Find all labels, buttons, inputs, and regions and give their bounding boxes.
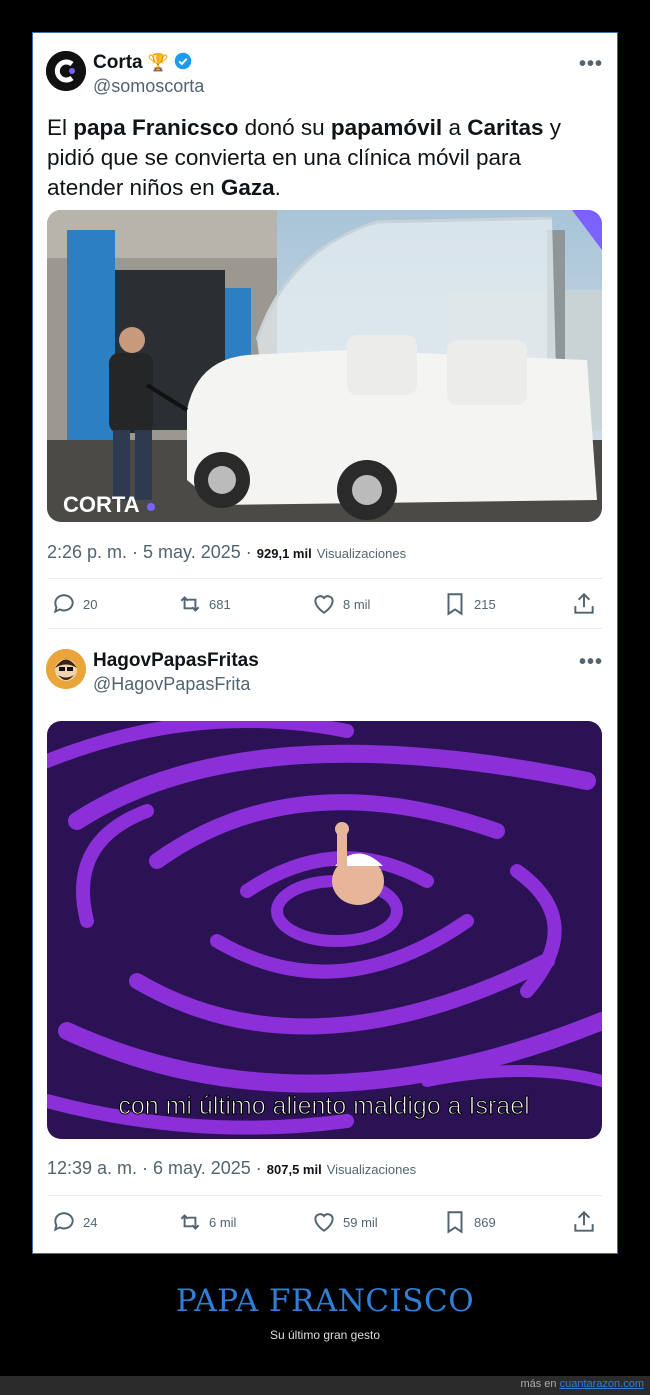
tweet-meta: 12:39 a. m. · 6 may. 2025 · 807,5 mil Vi… — [47, 1158, 416, 1179]
more-options-icon[interactable]: ••• — [579, 53, 603, 76]
user-handle[interactable]: @HagovPapasFrita — [93, 674, 250, 695]
text-part: donó su — [238, 115, 331, 140]
like-count: 8 mil — [343, 596, 371, 612]
tweet-photo[interactable]: CORTA — [47, 210, 602, 522]
heart-icon — [314, 1213, 334, 1232]
text-bold: papamóvil — [330, 115, 443, 140]
text-bold: papa Franicsco — [73, 115, 239, 140]
bookmark-icon — [447, 1211, 463, 1234]
meme-subtitle: Su último gran gesto — [269, 1328, 381, 1342]
share-button[interactable] — [571, 589, 597, 619]
tweet-corta: Corta 🏆 @somoscorta ••• El papa Franicsc… — [33, 33, 617, 631]
more-link-text: más en cuantarazon.com — [520, 1378, 644, 1390]
cartoon-face-avatar-icon — [46, 649, 86, 689]
reply-count: 20 — [83, 596, 98, 612]
views-label: Visualizaciones — [326, 1162, 417, 1177]
text-bold: Gaza — [220, 175, 275, 200]
like-count: 59 mil — [343, 1214, 378, 1230]
retweet-icon — [180, 596, 200, 612]
views-label: Visualizaciones — [316, 546, 407, 561]
purple-whirlpool-image: con mi último aliento maldigo a Israel — [47, 721, 602, 1139]
retweet-count: 681 — [209, 596, 231, 612]
bookmark-button[interactable]: 215 — [442, 589, 496, 619]
meme-title: PAPA FRANCISCO — [175, 1283, 475, 1319]
share-button[interactable] — [571, 1207, 597, 1237]
meme-frame: Corta 🏆 @somoscorta ••• El papa Franicsc… — [32, 32, 618, 1254]
trophy-icon: 🏆 — [147, 53, 170, 72]
action-bar: 24 6 mil 59 mil 869 — [47, 1207, 602, 1237]
divider — [47, 578, 602, 579]
reply-button[interactable]: 20 — [51, 589, 97, 619]
text-part: El — [47, 115, 74, 140]
reply-button[interactable]: 24 — [51, 1207, 97, 1237]
view-count: 929,1 mil — [256, 546, 312, 561]
share-icon — [574, 592, 594, 614]
more-prefix: más en — [520, 1378, 560, 1390]
verified-badge-icon — [175, 52, 192, 70]
tweet-media[interactable]: con mi último aliento maldigo a Israel — [47, 721, 602, 1139]
text-part: a — [442, 115, 468, 140]
tweet-text: El papa Franicsco donó su papamóvil a Ca… — [47, 113, 602, 203]
divider — [47, 1195, 602, 1196]
tweet-hagovpapasfritas: HagovPapasFritas @HagovPapasFrita ••• co… — [33, 631, 617, 1253]
like-button[interactable]: 59 mil — [311, 1207, 378, 1237]
bookmark-count: 215 — [474, 596, 496, 612]
bookmark-icon — [447, 593, 463, 616]
like-button[interactable]: 8 mil — [311, 589, 370, 619]
text-bold: Caritas — [467, 115, 544, 140]
bottom-bar: más en cuantarazon.com — [0, 1376, 650, 1395]
bookmark-button[interactable]: 869 — [442, 1207, 496, 1237]
bookmark-count: 869 — [474, 1214, 496, 1230]
view-count: 807,5 mil — [266, 1162, 322, 1177]
share-icon — [574, 1210, 594, 1232]
corta-logo-icon — [46, 51, 86, 91]
papamobile-photo: CORTA — [47, 210, 602, 522]
divider — [47, 628, 602, 629]
display-name[interactable]: HagovPapasFritas — [93, 650, 259, 672]
retweet-icon — [180, 1214, 200, 1230]
reply-count: 24 — [83, 1214, 98, 1230]
display-name-text: Corta — [93, 52, 143, 73]
retweet-count: 6 mil — [209, 1214, 237, 1230]
corta-watermark: CORTA — [63, 492, 140, 517]
display-name[interactable]: Corta 🏆 — [93, 52, 192, 74]
timestamp[interactable]: 2:26 p. m. · 5 may. 2025 · — [47, 542, 257, 562]
tweet-meta: 2:26 p. m. · 5 may. 2025 · 929,1 mil Vis… — [47, 542, 406, 563]
corta-avatar[interactable] — [46, 51, 86, 91]
user-handle[interactable]: @somoscorta — [93, 76, 204, 97]
more-options-icon[interactable]: ••• — [579, 651, 603, 674]
site-link[interactable]: cuantarazon.com — [560, 1378, 644, 1390]
retweet-button[interactable]: 681 — [177, 589, 231, 619]
text-part: . — [274, 175, 281, 200]
retweet-button[interactable]: 6 mil — [177, 1207, 236, 1237]
hagovpapasfritas-avatar[interactable] — [46, 649, 86, 689]
heart-icon — [314, 595, 334, 614]
timestamp[interactable]: 12:39 a. m. · 6 may. 2025 · — [47, 1158, 267, 1178]
meme-caption: con mi último aliento maldigo a Israel — [118, 1092, 529, 1120]
action-bar: 20 681 8 mil 215 — [47, 589, 602, 619]
reply-icon — [53, 1212, 74, 1232]
reply-icon — [53, 594, 74, 614]
